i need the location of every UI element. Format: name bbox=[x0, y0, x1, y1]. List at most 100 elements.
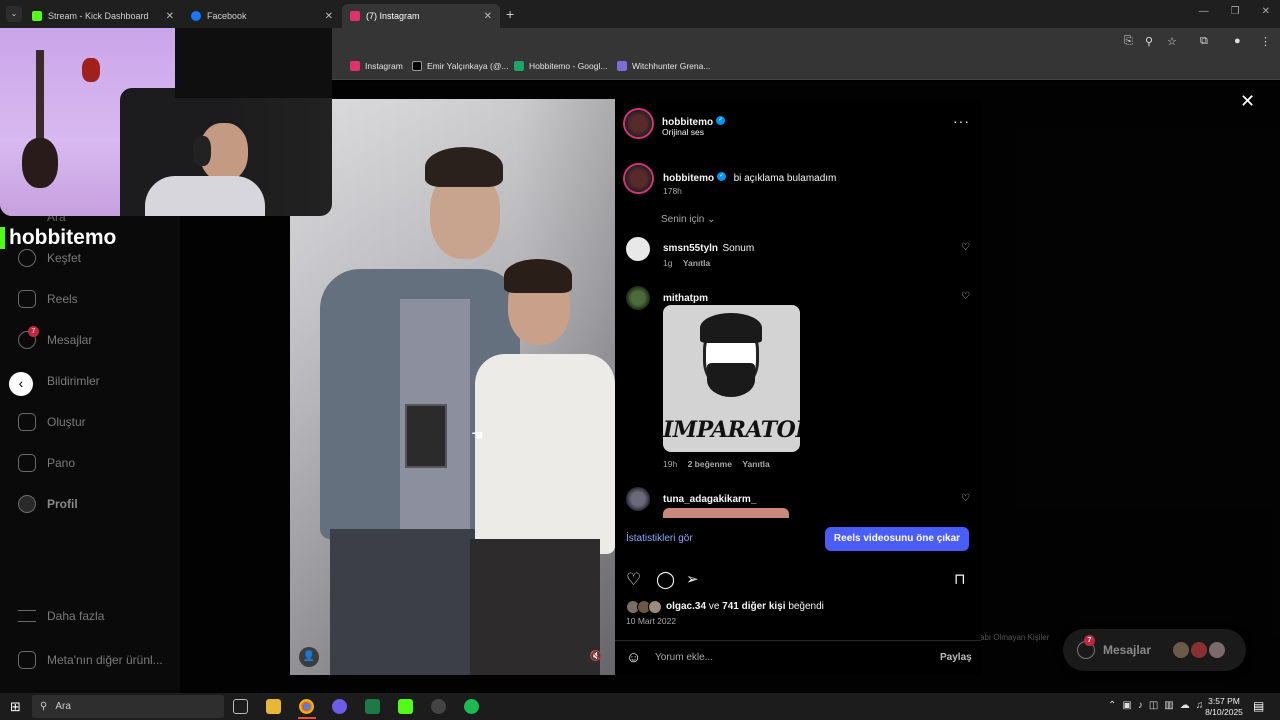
guitar-body bbox=[22, 138, 58, 188]
comment-input[interactable]: Yorum ekle... bbox=[655, 652, 713, 663]
reel-video[interactable]: 👤 🔇 ☚ bbox=[290, 99, 615, 675]
audio-label[interactable]: Orijinal ses bbox=[662, 127, 704, 137]
caricature-beard bbox=[707, 363, 755, 397]
instagram-icon bbox=[350, 11, 360, 21]
new-tab-button[interactable]: + bbox=[506, 6, 514, 22]
sidebar-item-meta-products[interactable]: Meta'nın diğer ürünl... bbox=[18, 651, 163, 669]
collapse-back-button[interactable]: ‹ bbox=[9, 372, 33, 396]
compass-icon bbox=[18, 249, 36, 267]
reply-button[interactable]: Yanıtla bbox=[742, 459, 769, 469]
comment-icon[interactable]: ◯ bbox=[656, 570, 675, 590]
messages-badge: 7 bbox=[28, 326, 39, 337]
chrome-icon[interactable] bbox=[299, 699, 314, 714]
view-insights-link[interactable]: İstatistikleri gör bbox=[626, 533, 693, 544]
boost-reel-button[interactable]: Reels videosunu öne çıkar bbox=[825, 527, 969, 551]
bookmark-x[interactable]: Emir Yalçınkaya (@... bbox=[412, 61, 509, 71]
reply-button[interactable]: Yanıtla bbox=[683, 258, 710, 268]
tab-instagram[interactable]: (7) Instagram ✕ bbox=[342, 4, 500, 28]
caption-text: bi açıklama bulamadım bbox=[733, 173, 837, 184]
bookmark-google-sheets[interactable]: Hobbitemo - Googl... bbox=[514, 61, 607, 71]
avatar bbox=[648, 600, 662, 614]
webcam-dark-corner bbox=[175, 28, 332, 98]
search-icon: ⚲ bbox=[40, 701, 48, 712]
comment-meta: 19h 2 beğenme Yanıtla bbox=[663, 459, 770, 469]
close-tab-icon[interactable]: ✕ bbox=[325, 11, 333, 22]
restore-icon[interactable]: ❐ bbox=[1231, 6, 1240, 17]
commenter-avatar[interactable] bbox=[626, 237, 650, 261]
streamer-webcam bbox=[0, 28, 332, 216]
sidebar-item-more[interactable]: Daha fazla bbox=[18, 609, 104, 623]
extensions-icon[interactable]: ⧉ bbox=[1200, 35, 1208, 48]
like-post-icon[interactable]: ♡ bbox=[626, 570, 641, 590]
windows-start-icon[interactable]: ⊞ bbox=[10, 699, 21, 715]
kick-app-icon[interactable] bbox=[398, 699, 413, 714]
child-pants bbox=[470, 539, 600, 675]
sidebar-item-dashboard[interactable]: Pano bbox=[18, 454, 75, 472]
mute-icon[interactable]: 🔇 bbox=[586, 647, 606, 667]
messenger-app-icon[interactable] bbox=[332, 699, 347, 714]
author-avatar[interactable] bbox=[625, 110, 652, 137]
like-comment-icon[interactable]: ♡ bbox=[961, 243, 970, 253]
bookmark-witchhunter[interactable]: Witchhunter Grena... bbox=[617, 61, 710, 71]
profile-avatar-icon[interactable]: ● bbox=[1234, 35, 1241, 47]
like-comment-icon[interactable]: ♡ bbox=[961, 494, 970, 504]
dashboard-icon bbox=[18, 454, 36, 472]
caption-username[interactable]: hobbitemo bbox=[663, 173, 714, 184]
close-window-icon[interactable]: ✕ bbox=[1262, 6, 1270, 17]
child-shirt bbox=[475, 354, 615, 554]
comment-username[interactable]: mithatpm bbox=[663, 293, 708, 304]
comment-image[interactable]: IMPARATOR bbox=[663, 305, 800, 452]
like-comment-icon[interactable]: ♡ bbox=[961, 292, 970, 302]
messages-badge: 7 bbox=[1084, 635, 1095, 646]
lanyard-badge bbox=[405, 404, 447, 468]
child-hair bbox=[504, 259, 572, 293]
messages-float-button[interactable]: 7 Mesajlar bbox=[1063, 629, 1246, 671]
install-app-icon[interactable]: ⎘ bbox=[1124, 35, 1133, 48]
bookmark-instagram[interactable]: Instagram bbox=[350, 61, 403, 71]
avatar bbox=[1191, 642, 1208, 658]
xbox-icon[interactable] bbox=[365, 699, 380, 714]
author-avatar[interactable] bbox=[625, 165, 652, 192]
more-options-icon[interactable]: ··· bbox=[953, 113, 970, 129]
comment-filter-dropdown[interactable]: Senin için ⌄ bbox=[661, 214, 716, 225]
obs-icon[interactable] bbox=[431, 699, 446, 714]
tab-kick-dashboard[interactable]: Stream - Kick Dashboard ✕ bbox=[24, 4, 182, 28]
sidebar-item-messages[interactable]: 7 Mesajlar bbox=[18, 326, 92, 349]
sidebar-item-explore[interactable]: Keşfet bbox=[18, 249, 81, 267]
likes-summary[interactable]: olgac.34 ve 741 diğer kişi beğendi bbox=[666, 601, 824, 612]
commenter-avatar[interactable] bbox=[626, 286, 650, 310]
file-explorer-icon[interactable] bbox=[266, 699, 281, 714]
emoji-icon[interactable]: ☺ bbox=[626, 649, 641, 666]
kick-logo-icon bbox=[0, 227, 5, 249]
tab-facebook[interactable]: Facebook ✕ bbox=[183, 4, 341, 28]
avatar bbox=[1173, 642, 1190, 658]
sidebar-item-reels[interactable]: Reels bbox=[18, 290, 78, 308]
comment-username[interactable]: tuna_adagakikarm_ bbox=[663, 494, 756, 505]
spotify-icon[interactable] bbox=[464, 699, 479, 714]
zoom-icon[interactable]: ⚲ bbox=[1145, 35, 1153, 48]
task-view-icon[interactable] bbox=[233, 699, 248, 714]
sidebar-item-profile[interactable]: Profil bbox=[18, 495, 78, 513]
comment-likes[interactable]: 2 beğenme bbox=[688, 459, 732, 469]
browser-menu-icon[interactable]: ⋮ bbox=[1260, 35, 1271, 48]
notification-center-icon[interactable]: ▤ bbox=[1253, 699, 1264, 713]
save-bookmark-icon[interactable]: ⊓ bbox=[954, 570, 966, 588]
person-hair bbox=[425, 147, 503, 187]
caption: hobbitemo ✓ bi açıklama bulamadım bbox=[663, 168, 836, 186]
close-modal-icon[interactable]: ✕ bbox=[1240, 91, 1255, 112]
comment-username[interactable]: smsn55tyln bbox=[663, 243, 718, 254]
tab-search-icon[interactable]: ⌄ bbox=[6, 6, 22, 22]
minimize-icon[interactable]: — bbox=[1199, 6, 1209, 17]
post-comment-button[interactable]: Paylaş bbox=[940, 652, 972, 663]
commenter-avatar[interactable] bbox=[626, 487, 650, 511]
taskbar-search[interactable]: ⚲ Ara bbox=[32, 695, 224, 718]
comment-image-partial[interactable] bbox=[663, 508, 789, 518]
tagged-people-icon[interactable]: 👤 bbox=[299, 647, 319, 667]
close-tab-icon[interactable]: ✕ bbox=[484, 11, 492, 22]
bookmark-star-icon[interactable]: ☆ bbox=[1167, 35, 1177, 48]
share-icon[interactable]: ➢ bbox=[686, 570, 699, 588]
close-tab-icon[interactable]: ✕ bbox=[166, 11, 174, 22]
taskbar-clock[interactable]: 3:57 PM 8/10/2025 bbox=[1200, 696, 1248, 718]
system-tray-icons[interactable]: ⌃▣♪◫▥☁♫ bbox=[1108, 700, 1209, 711]
sidebar-item-create[interactable]: Oluştur bbox=[18, 413, 86, 431]
